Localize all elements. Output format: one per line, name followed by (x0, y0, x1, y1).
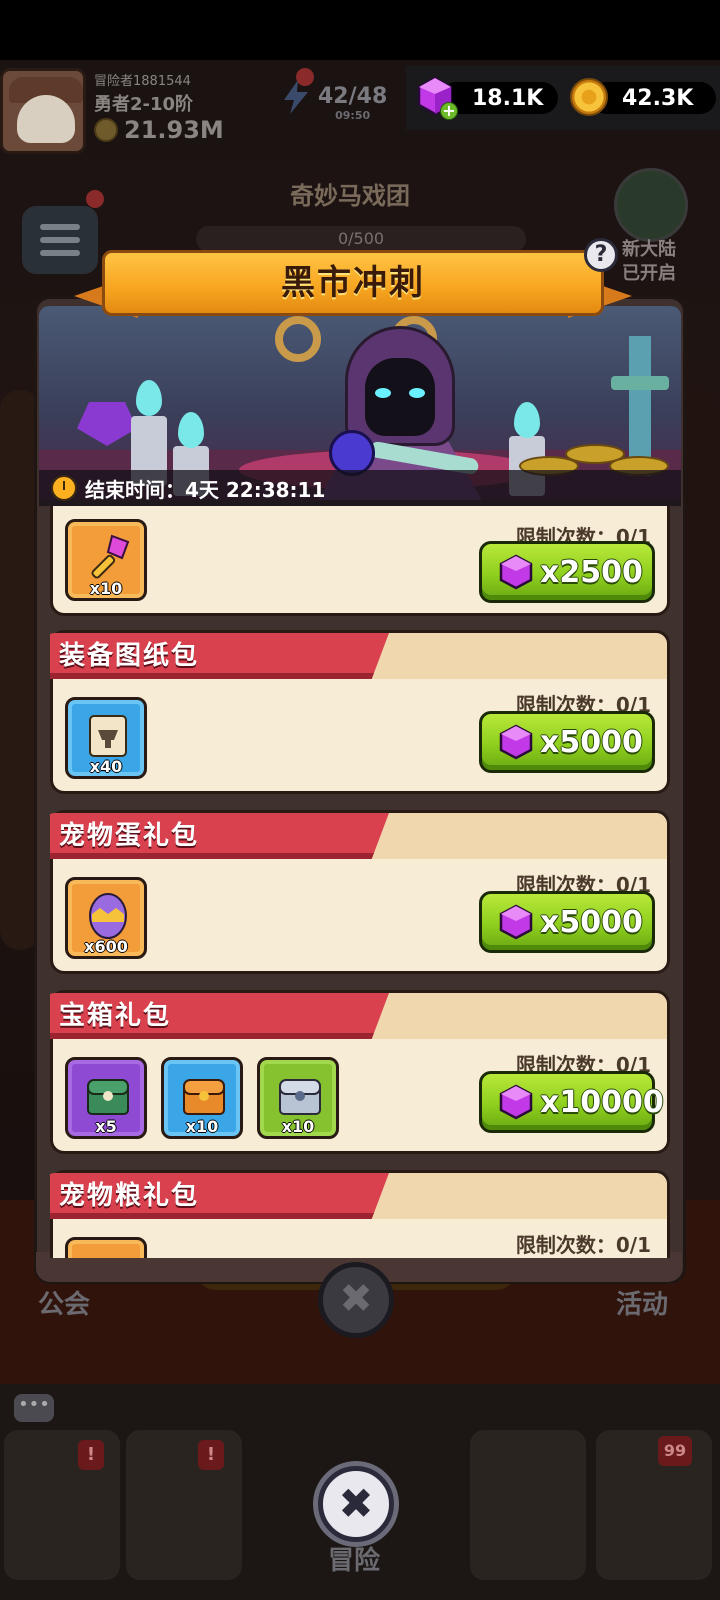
add-gems-icon[interactable]: + (440, 102, 458, 120)
activity-label: 活动 (616, 1290, 669, 1320)
pack-list[interactable]: 限制次数：0/1 x10 x2500 装备图纸包 限制次数：0/1 x40 x5… (50, 506, 670, 1258)
stopwatch-icon (51, 475, 77, 501)
item-quantity: x600 (84, 937, 128, 956)
player-power: 21.93M (94, 116, 224, 144)
reward-item[interactable] (65, 1237, 147, 1258)
gem-icon (499, 1084, 533, 1120)
gem-amount: 18.1K (472, 85, 544, 111)
guild-label: 公会 (38, 1290, 91, 1320)
new-continent-globe-icon[interactable] (614, 168, 688, 242)
pack-title: 宝箱礼包 (59, 1001, 172, 1031)
buy-price: x5000 (540, 904, 643, 940)
reward-item[interactable]: x5 (65, 1057, 147, 1139)
pack-card: 宝箱礼包 限制次数：0/1 x5 x10 x10 x10000 (50, 990, 670, 1154)
gem-icon (499, 724, 533, 760)
background-close-icon: ✖ (318, 1262, 394, 1338)
equipment-alert-badge: ! (198, 1440, 224, 1470)
orange-chest-icon (183, 1079, 225, 1115)
chat-icon[interactable]: ••• (14, 1394, 54, 1422)
pet-egg-icon (89, 893, 127, 939)
sword-icon (629, 336, 651, 476)
buy-price: x5000 (540, 724, 643, 760)
gem-icon (499, 904, 533, 940)
energy-display[interactable]: 42/48 09:50 (318, 84, 387, 122)
energy-bolt-icon (284, 80, 308, 114)
blueprint-scroll-icon (89, 715, 127, 757)
nav-equipment[interactable] (126, 1430, 242, 1580)
end-time-bar: 结束时间：4天 22:38:11 (39, 470, 681, 506)
pack-card: 宠物蛋礼包 限制次数：0/1 x600 x5000 (50, 810, 670, 974)
gold-amount: 42.3K (622, 85, 694, 111)
key-icon (91, 534, 130, 579)
end-time-text: 结束时间：4天 22:38:11 (85, 477, 326, 502)
energy-value: 42/48 (318, 84, 388, 109)
pack-card: 装备图纸包 限制次数：0/1 x40 x5000 (50, 630, 670, 794)
nav-chest[interactable] (596, 1430, 712, 1580)
green-chest-icon (87, 1079, 129, 1115)
power-icon (94, 118, 118, 142)
reward-item[interactable]: x600 (65, 877, 147, 959)
buy-button[interactable]: x10000 (479, 1071, 664, 1133)
chest-count-badge: 99 (658, 1436, 692, 1466)
pack-title: 宠物蛋礼包 (59, 821, 200, 851)
shop-alert-badge: ! (78, 1440, 104, 1470)
energy-timer: 09:50 (335, 109, 371, 122)
pack-title: 装备图纸包 (59, 641, 200, 671)
player-avatar[interactable] (0, 68, 86, 154)
buy-button[interactable]: x5000 (479, 711, 655, 773)
event-title: 奇妙马戏团 (290, 182, 410, 210)
reward-item[interactable]: x10 (161, 1057, 243, 1139)
gold-coin-icon (570, 78, 608, 116)
item-quantity: x10 (281, 1117, 315, 1136)
reward-item[interactable]: x10 (257, 1057, 339, 1139)
buy-button[interactable]: x5000 (479, 891, 655, 953)
pack-title: 宠物粮礼包 (59, 1181, 200, 1211)
item-quantity: x5 (95, 1117, 117, 1136)
player-power-value: 21.93M (124, 116, 224, 144)
buy-price: x2500 (540, 554, 643, 590)
pack-card: 限制次数：0/1 x10 x2500 (50, 506, 670, 616)
gold-counter[interactable]: 42.3K (590, 82, 716, 114)
buy-button[interactable]: x2500 (479, 541, 655, 603)
modal-title-banner: 黑市冲刺 (70, 250, 636, 320)
help-button[interactable]: ? (584, 238, 618, 272)
close-icon: ✖ (338, 1479, 374, 1528)
purchase-limit: 限制次数：0/1 (515, 1233, 651, 1257)
event-progress: 0/500 (196, 226, 526, 252)
reward-item[interactable]: x10 (65, 519, 147, 601)
gem-icon (499, 554, 533, 590)
hooded-merchant (365, 358, 435, 436)
adventure-label: 冒险 (328, 1546, 381, 1576)
crystal-icon (77, 402, 137, 446)
item-quantity: x10 (185, 1117, 219, 1136)
player-rank: 勇者2-10阶 (94, 94, 194, 115)
reward-item[interactable]: x40 (65, 697, 147, 779)
status-bar (0, 0, 720, 60)
menu-alert-badge (86, 190, 104, 208)
item-quantity: x10 (89, 579, 123, 598)
buy-price: x10000 (540, 1084, 664, 1120)
pack-card: 宠物粮礼包 限制次数：0/1 (50, 1170, 670, 1258)
item-quantity: x40 (89, 757, 123, 776)
nav-upgrade[interactable] (470, 1430, 586, 1580)
close-modal-button[interactable]: ✖ (318, 1466, 394, 1542)
player-id: 冒险者1881544 (94, 74, 191, 89)
silver-chest-icon (279, 1079, 321, 1115)
modal-title: 黑市冲刺 (281, 263, 425, 303)
